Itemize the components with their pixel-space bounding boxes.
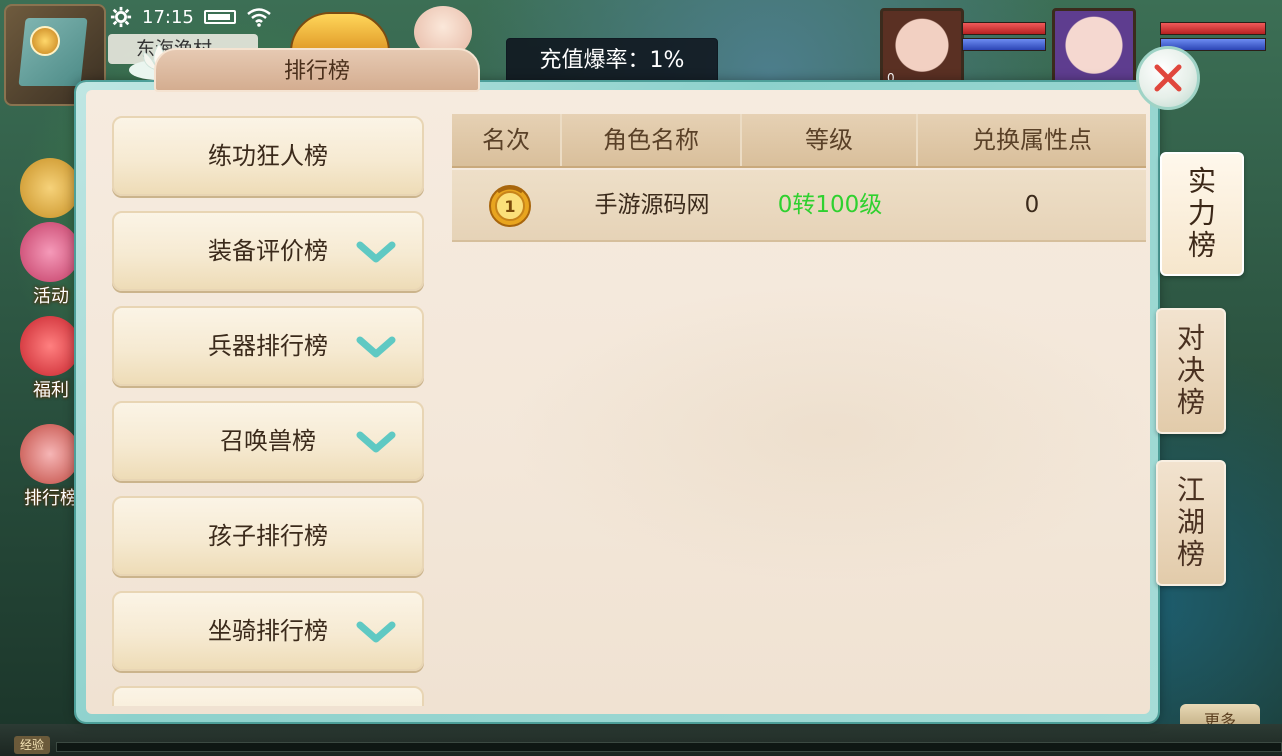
header-rank: 名次 [452,114,562,166]
category-label: 练功狂人榜 [208,142,328,170]
table-row[interactable]: 1 手游源码网 0转100级 0 [452,170,1146,242]
compass-icon [30,26,60,56]
category-label: 孩子排行榜 [208,522,328,550]
category-more-item[interactable] [112,686,424,706]
header-level: 等级 [742,114,918,166]
rank-medal-icon: 1 [489,185,531,227]
category-child-ranking[interactable]: 孩子排行榜 [112,496,424,576]
recharge-rate-banner: 充值爆率：1% [506,38,718,84]
chevron-down-icon [356,621,396,643]
header-character-name: 角色名称 [562,114,742,166]
clock-time: 17:15 [142,6,194,28]
exp-bar [56,742,1282,752]
status-bar: 17:15 [110,4,272,30]
gear-icon[interactable] [110,6,132,28]
player-hp-bar [1160,22,1266,35]
wifi-icon [247,8,271,27]
rank-cell: 1 [452,170,562,240]
category-summon-beast-ranking[interactable]: 召唤兽榜 [112,401,424,481]
chevron-down-icon [356,431,396,453]
category-practice-ranking[interactable]: 练功狂人榜 [112,116,424,196]
close-icon [1154,64,1182,92]
tab-strength-ranking[interactable]: 实力榜 [1160,152,1244,276]
panel-title: 排行榜 [154,48,480,92]
chevron-down-icon [356,336,396,358]
battery-icon [203,10,236,24]
category-label [114,688,422,706]
level-cell: 0转100级 [777,192,883,218]
ranking-table: 名次 角色名称 等级 兑换属性点 1 手游源码网 0转100级 0 [452,114,1146,706]
attribute-points-cell: 0 [1024,192,1040,218]
tab-jianghu-ranking[interactable]: 江湖榜 [1156,460,1226,586]
table-header: 名次 角色名称 等级 兑换属性点 [452,114,1146,168]
tab-duel-ranking[interactable]: 对决榜 [1156,308,1226,434]
ranking-category-list[interactable]: 练功狂人榜 装备评价榜 兵器排行榜 召唤兽榜 孩子排行榜 坐骑排行榜 [112,116,426,706]
character-name-cell: 手游源码网 [594,192,710,218]
pet-mp-bar [962,38,1046,51]
pet-portrait[interactable]: 0 [880,8,964,90]
player-portrait[interactable] [1052,8,1136,90]
rank-number: 1 [504,197,515,216]
exp-label: 经验 [14,736,50,754]
close-button[interactable] [1136,46,1200,110]
pet-hp-bar [962,22,1046,35]
category-equipment-ranking[interactable]: 装备评价榜 [112,211,424,291]
bottom-hud: 经验 [0,724,1282,756]
header-attribute-points: 兑换属性点 [972,126,1092,154]
category-weapon-ranking[interactable]: 兵器排行榜 [112,306,424,386]
chevron-down-icon [356,241,396,263]
category-mount-ranking[interactable]: 坐骑排行榜 [112,591,424,671]
